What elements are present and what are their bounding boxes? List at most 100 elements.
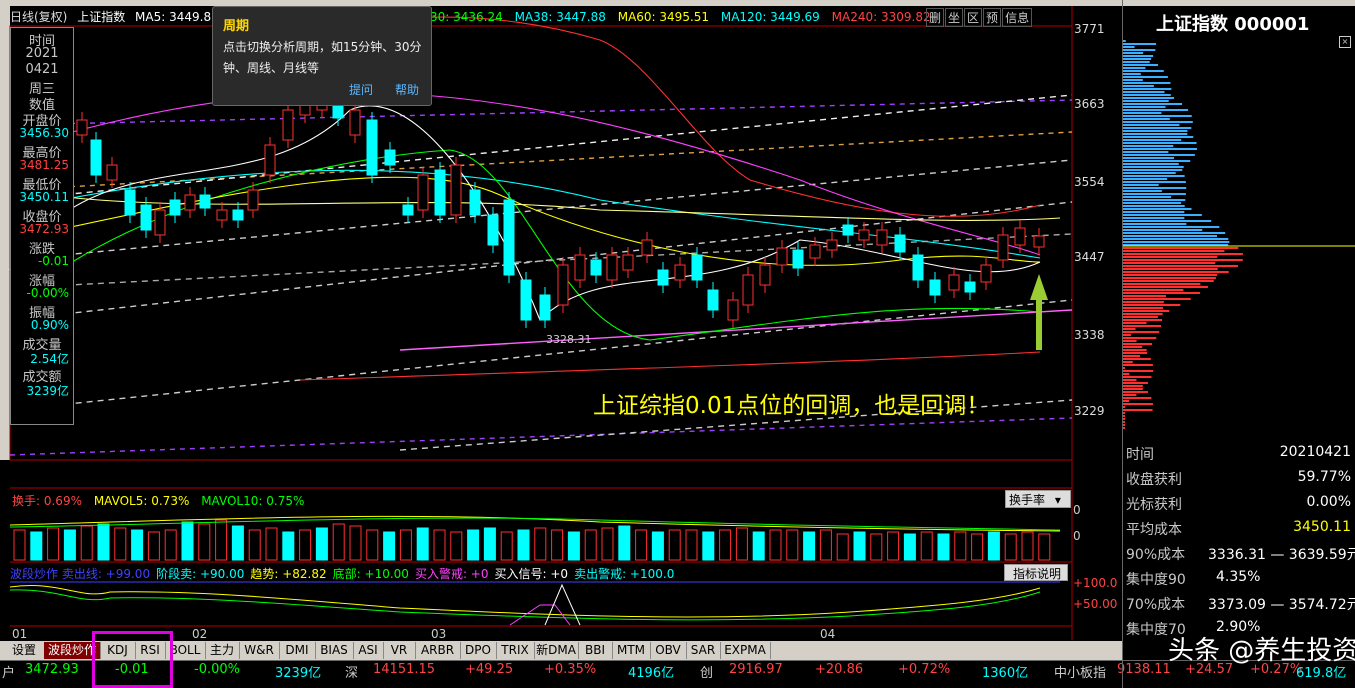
candlesticks [76, 82, 1045, 328]
volume-bar [752, 531, 765, 561]
period-tooltip: 周期 点击切换分析周期，如15分钟、30分 钟、周线、月线等 提问 帮助 [212, 6, 432, 106]
chip-bar [1123, 388, 1143, 390]
info-value: 3456.30 [19, 126, 69, 140]
tab-trix[interactable]: TRIX [496, 642, 535, 659]
volume-bar [853, 531, 866, 561]
coordinate-button[interactable]: 坐 [945, 8, 964, 27]
channel-line [9, 417, 1073, 456]
chip-bar [1123, 184, 1159, 186]
tab-dmi[interactable]: DMI [279, 642, 316, 659]
tab-bbi[interactable]: BBI [578, 642, 613, 659]
chip-bar [1123, 334, 1131, 336]
volume-bar [47, 527, 60, 561]
chip-bar [1123, 352, 1148, 354]
tooltip-ask-link[interactable]: 提问 [349, 81, 373, 98]
tab--dma[interactable]: 新DMA [534, 642, 579, 659]
period-mode[interactable]: 日线(复权) [10, 10, 67, 24]
tab-arbr[interactable]: ARBR [415, 642, 461, 659]
volume-axis-top: 0 [1073, 503, 1081, 517]
chip-bar [1123, 40, 1126, 42]
ma38-label: MA38: 3447.88 [514, 10, 606, 24]
chip-bar [1123, 427, 1125, 429]
chip-bar [1123, 214, 1202, 216]
cy-label: 创 [700, 666, 714, 681]
tab--[interactable]: 设置 [4, 642, 45, 659]
candle-body [876, 229, 888, 246]
sz-price[interactable]: 14151.15 [373, 662, 435, 677]
candle-body [776, 247, 788, 266]
ma30-label: 30: 3436.24 [430, 10, 503, 24]
cost-key: 90%成本 [1126, 547, 1186, 563]
forecast-button[interactable]: 预 [983, 8, 1002, 27]
tab-expma[interactable]: EXPMA [720, 642, 771, 659]
volume-bar [483, 527, 496, 561]
wave-legend-item: 波段炒作 卖出线: +99.00 [10, 567, 151, 581]
chip-bar [1123, 55, 1154, 57]
range-button[interactable]: 区 [964, 8, 983, 27]
candle-body [247, 189, 259, 211]
tab-obv[interactable]: OBV [650, 642, 687, 659]
channel-line [9, 131, 1073, 191]
volume-axis-bottom: 0 [1073, 529, 1081, 543]
chip-bar [1123, 412, 1125, 414]
cy-pct: +0.72% [898, 662, 951, 677]
volume-bar [803, 531, 816, 561]
candle-body [792, 249, 804, 269]
price-tick: 3229 [1074, 404, 1105, 418]
chip-bar [1123, 268, 1218, 270]
sz-pct: +0.35% [544, 662, 597, 677]
watermark: 头条 @养生投资 [1168, 636, 1355, 666]
chip-bar [1123, 322, 1147, 324]
chip-bar [1123, 103, 1183, 105]
chip-bar [1123, 274, 1218, 276]
volume-bar [534, 527, 547, 561]
chip-bar [1123, 100, 1169, 102]
low-price-label: 3328.31 [546, 333, 592, 346]
cost-value: 59.77% [1297, 469, 1351, 485]
candle-body [997, 234, 1009, 261]
tab-mtm[interactable]: MTM [612, 642, 651, 659]
tooltip-help-link[interactable]: 帮助 [395, 81, 419, 98]
turnover-dropdown[interactable]: 换手率 ▾ [1005, 490, 1071, 508]
chip-bar [1123, 160, 1191, 162]
tab-bias[interactable]: BIAS [315, 642, 354, 659]
volume-bar [551, 529, 564, 561]
volume-bar [349, 525, 362, 561]
tab-dpo[interactable]: DPO [460, 642, 497, 659]
chip-bar [1123, 376, 1152, 378]
tab-sar[interactable]: SAR [686, 642, 721, 659]
info-button[interactable]: 信息 [1002, 8, 1033, 27]
candle-body [574, 254, 586, 281]
chip-bar [1123, 220, 1212, 222]
mavol5-label: MAVOL5: 0.73% [93, 494, 190, 508]
cy-change: +20.86 [815, 662, 864, 677]
volume-bar [954, 531, 967, 561]
chip-bar [1123, 67, 1146, 69]
info-label: 0421 [25, 62, 59, 77]
volume-bar [668, 529, 681, 561]
chip-bar [1123, 79, 1143, 81]
sh-pct: -0.00% [194, 662, 240, 677]
tab-vr[interactable]: VR [383, 642, 416, 659]
tab-w-r[interactable]: W&R [239, 642, 280, 659]
chip-bar [1123, 319, 1163, 321]
cost-row: 光标获利 0.00% [1126, 494, 1351, 516]
sz-amount: 4196亿 [628, 666, 675, 681]
tab-asi[interactable]: ASI [353, 642, 384, 659]
volume-bar [30, 531, 43, 561]
chip-bar [1123, 58, 1152, 60]
cost-value: 3373.09 — 3574.72元之间 [1208, 597, 1355, 613]
chip-bar [1123, 271, 1229, 273]
price-chart[interactable] [0, 0, 1122, 660]
delete-button[interactable]: 删 [926, 8, 945, 27]
candle-body [691, 254, 703, 281]
sh-price[interactable]: 3472.93 [25, 662, 79, 677]
info-value: 0.90% [30, 318, 69, 332]
volume-bar [265, 527, 278, 561]
tab--[interactable]: 主力 [205, 642, 240, 659]
indicator-help-button[interactable]: 指标说明 [1004, 564, 1068, 581]
cy-price[interactable]: 2916.97 [729, 662, 783, 677]
ma-legend: 30: 3436.24 MA38: 3447.88 MA60: 3495.51 … [430, 10, 931, 24]
cost-key: 平均成本 [1126, 522, 1182, 538]
chip-bar [1123, 205, 1185, 207]
